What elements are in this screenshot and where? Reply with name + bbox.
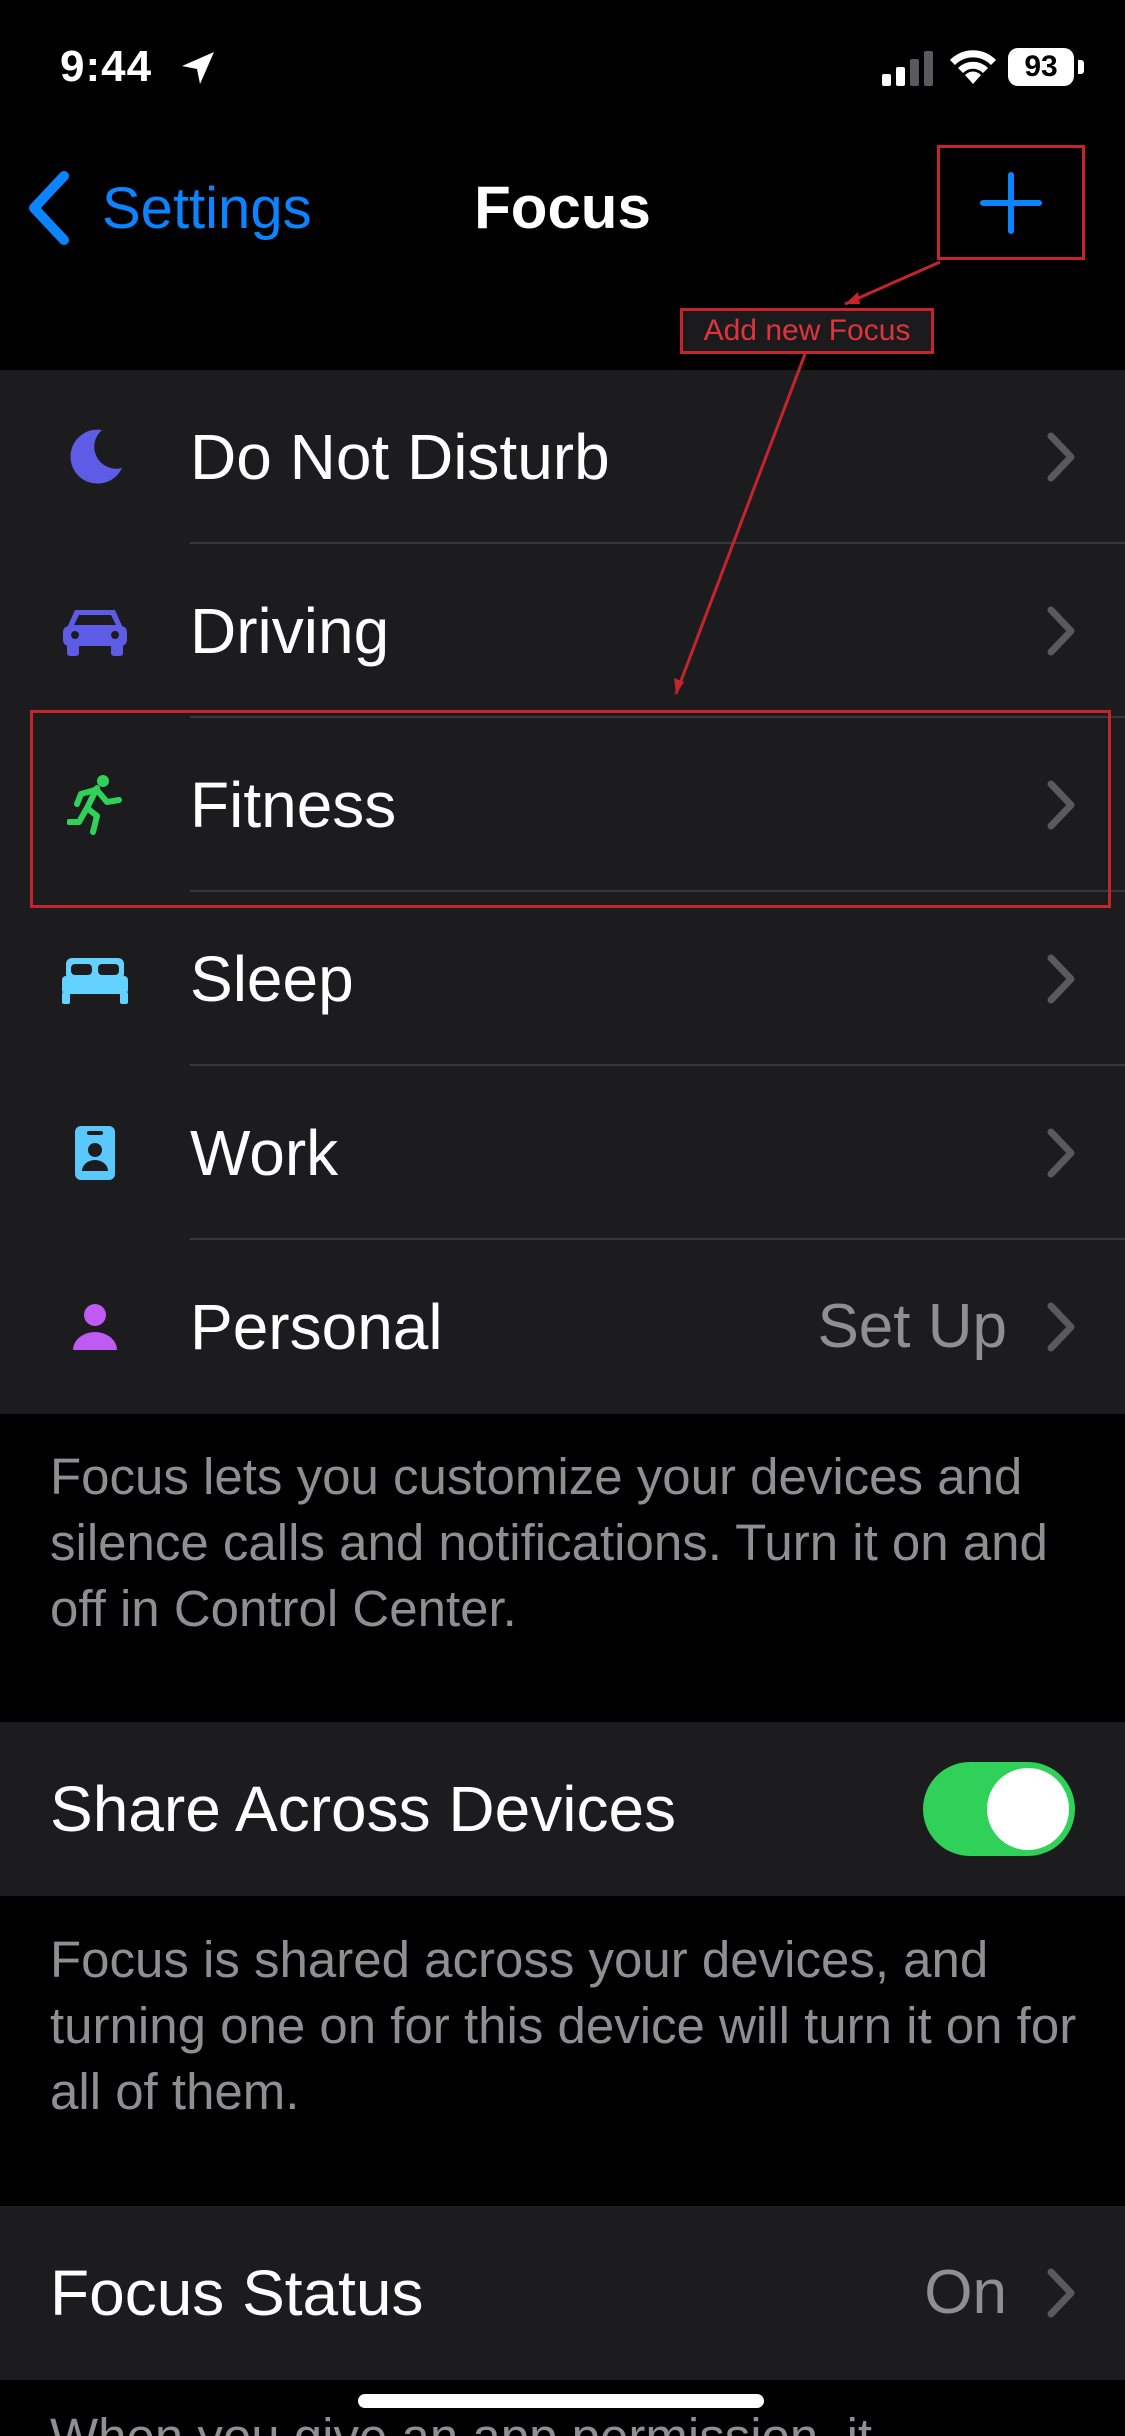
focus-item-fitness[interactable]: Fitness [0, 718, 1125, 892]
toggle-knob [987, 1768, 1069, 1850]
add-focus-button[interactable] [937, 145, 1085, 260]
focus-status-description: When you give an app permission, it [50, 2404, 872, 2436]
chevron-right-icon [1047, 2268, 1075, 2318]
focus-item-label: Fitness [190, 769, 397, 841]
focus-item-do-not-disturb[interactable]: Do Not Disturb [0, 370, 1125, 544]
focus-item-label: Driving [190, 595, 390, 667]
chevron-right-icon [1047, 1128, 1075, 1178]
running-figure-icon [60, 773, 130, 837]
focus-item-personal[interactable]: Personal Set Up [0, 1240, 1125, 1414]
focus-description: Focus lets you customize your devices an… [50, 1448, 1048, 1637]
focus-item-sleep[interactable]: Sleep [0, 892, 1125, 1066]
focus-status-row[interactable]: Focus Status On [0, 2206, 1125, 2380]
focus-item-label: Personal [190, 1291, 443, 1363]
moon-icon [60, 425, 130, 489]
focus-item-label: Do Not Disturb [190, 421, 610, 493]
wifi-icon [950, 50, 996, 84]
id-badge-icon [60, 1121, 130, 1185]
share-description: Focus is shared across your devices, and… [50, 1931, 1077, 2120]
navigation-bar: Settings Focus [0, 140, 1125, 370]
chevron-right-icon [1047, 780, 1075, 830]
annotation-label: Add new Focus [680, 308, 934, 354]
focus-status-value: On [924, 2258, 1007, 2327]
share-across-devices-row: Share Across Devices [0, 1722, 1125, 1896]
focus-status-label: Focus Status [50, 2257, 424, 2329]
focus-modes-list: Do Not Disturb Driving Fitness Sleep Wor… [0, 370, 1125, 1414]
focus-item-work[interactable]: Work [0, 1066, 1125, 1240]
page-title-text: Focus [474, 174, 651, 241]
chevron-right-icon [1047, 954, 1075, 1004]
focus-item-label: Work [190, 1117, 339, 1189]
chevron-right-icon [1047, 432, 1075, 482]
share-across-devices-label: Share Across Devices [50, 1773, 677, 1845]
plus-icon [980, 171, 1042, 234]
focus-item-label: Sleep [190, 943, 354, 1015]
personal-setup-value: Set Up [817, 1292, 1007, 1361]
battery-level: 93 [1024, 50, 1058, 83]
person-icon [60, 1295, 130, 1359]
share-across-devices-toggle[interactable] [923, 1762, 1075, 1856]
car-icon [60, 599, 130, 663]
cellular-signal-icon [882, 51, 933, 86]
location-arrow-icon [182, 52, 214, 84]
chevron-right-icon [1047, 606, 1075, 656]
battery-icon: 93 [1008, 48, 1074, 86]
status-bar: 9:44 93 [0, 0, 1125, 140]
bed-icon [60, 947, 130, 1011]
home-indicator[interactable] [358, 2394, 764, 2408]
status-time: 9:44 [60, 42, 153, 91]
share-across-devices-group: Share Across Devices [0, 1722, 1125, 1896]
focus-item-driving[interactable]: Driving [0, 544, 1125, 718]
focus-status-group: Focus Status On [0, 2206, 1125, 2380]
chevron-right-icon [1047, 1302, 1075, 1352]
battery-nub [1078, 60, 1084, 74]
